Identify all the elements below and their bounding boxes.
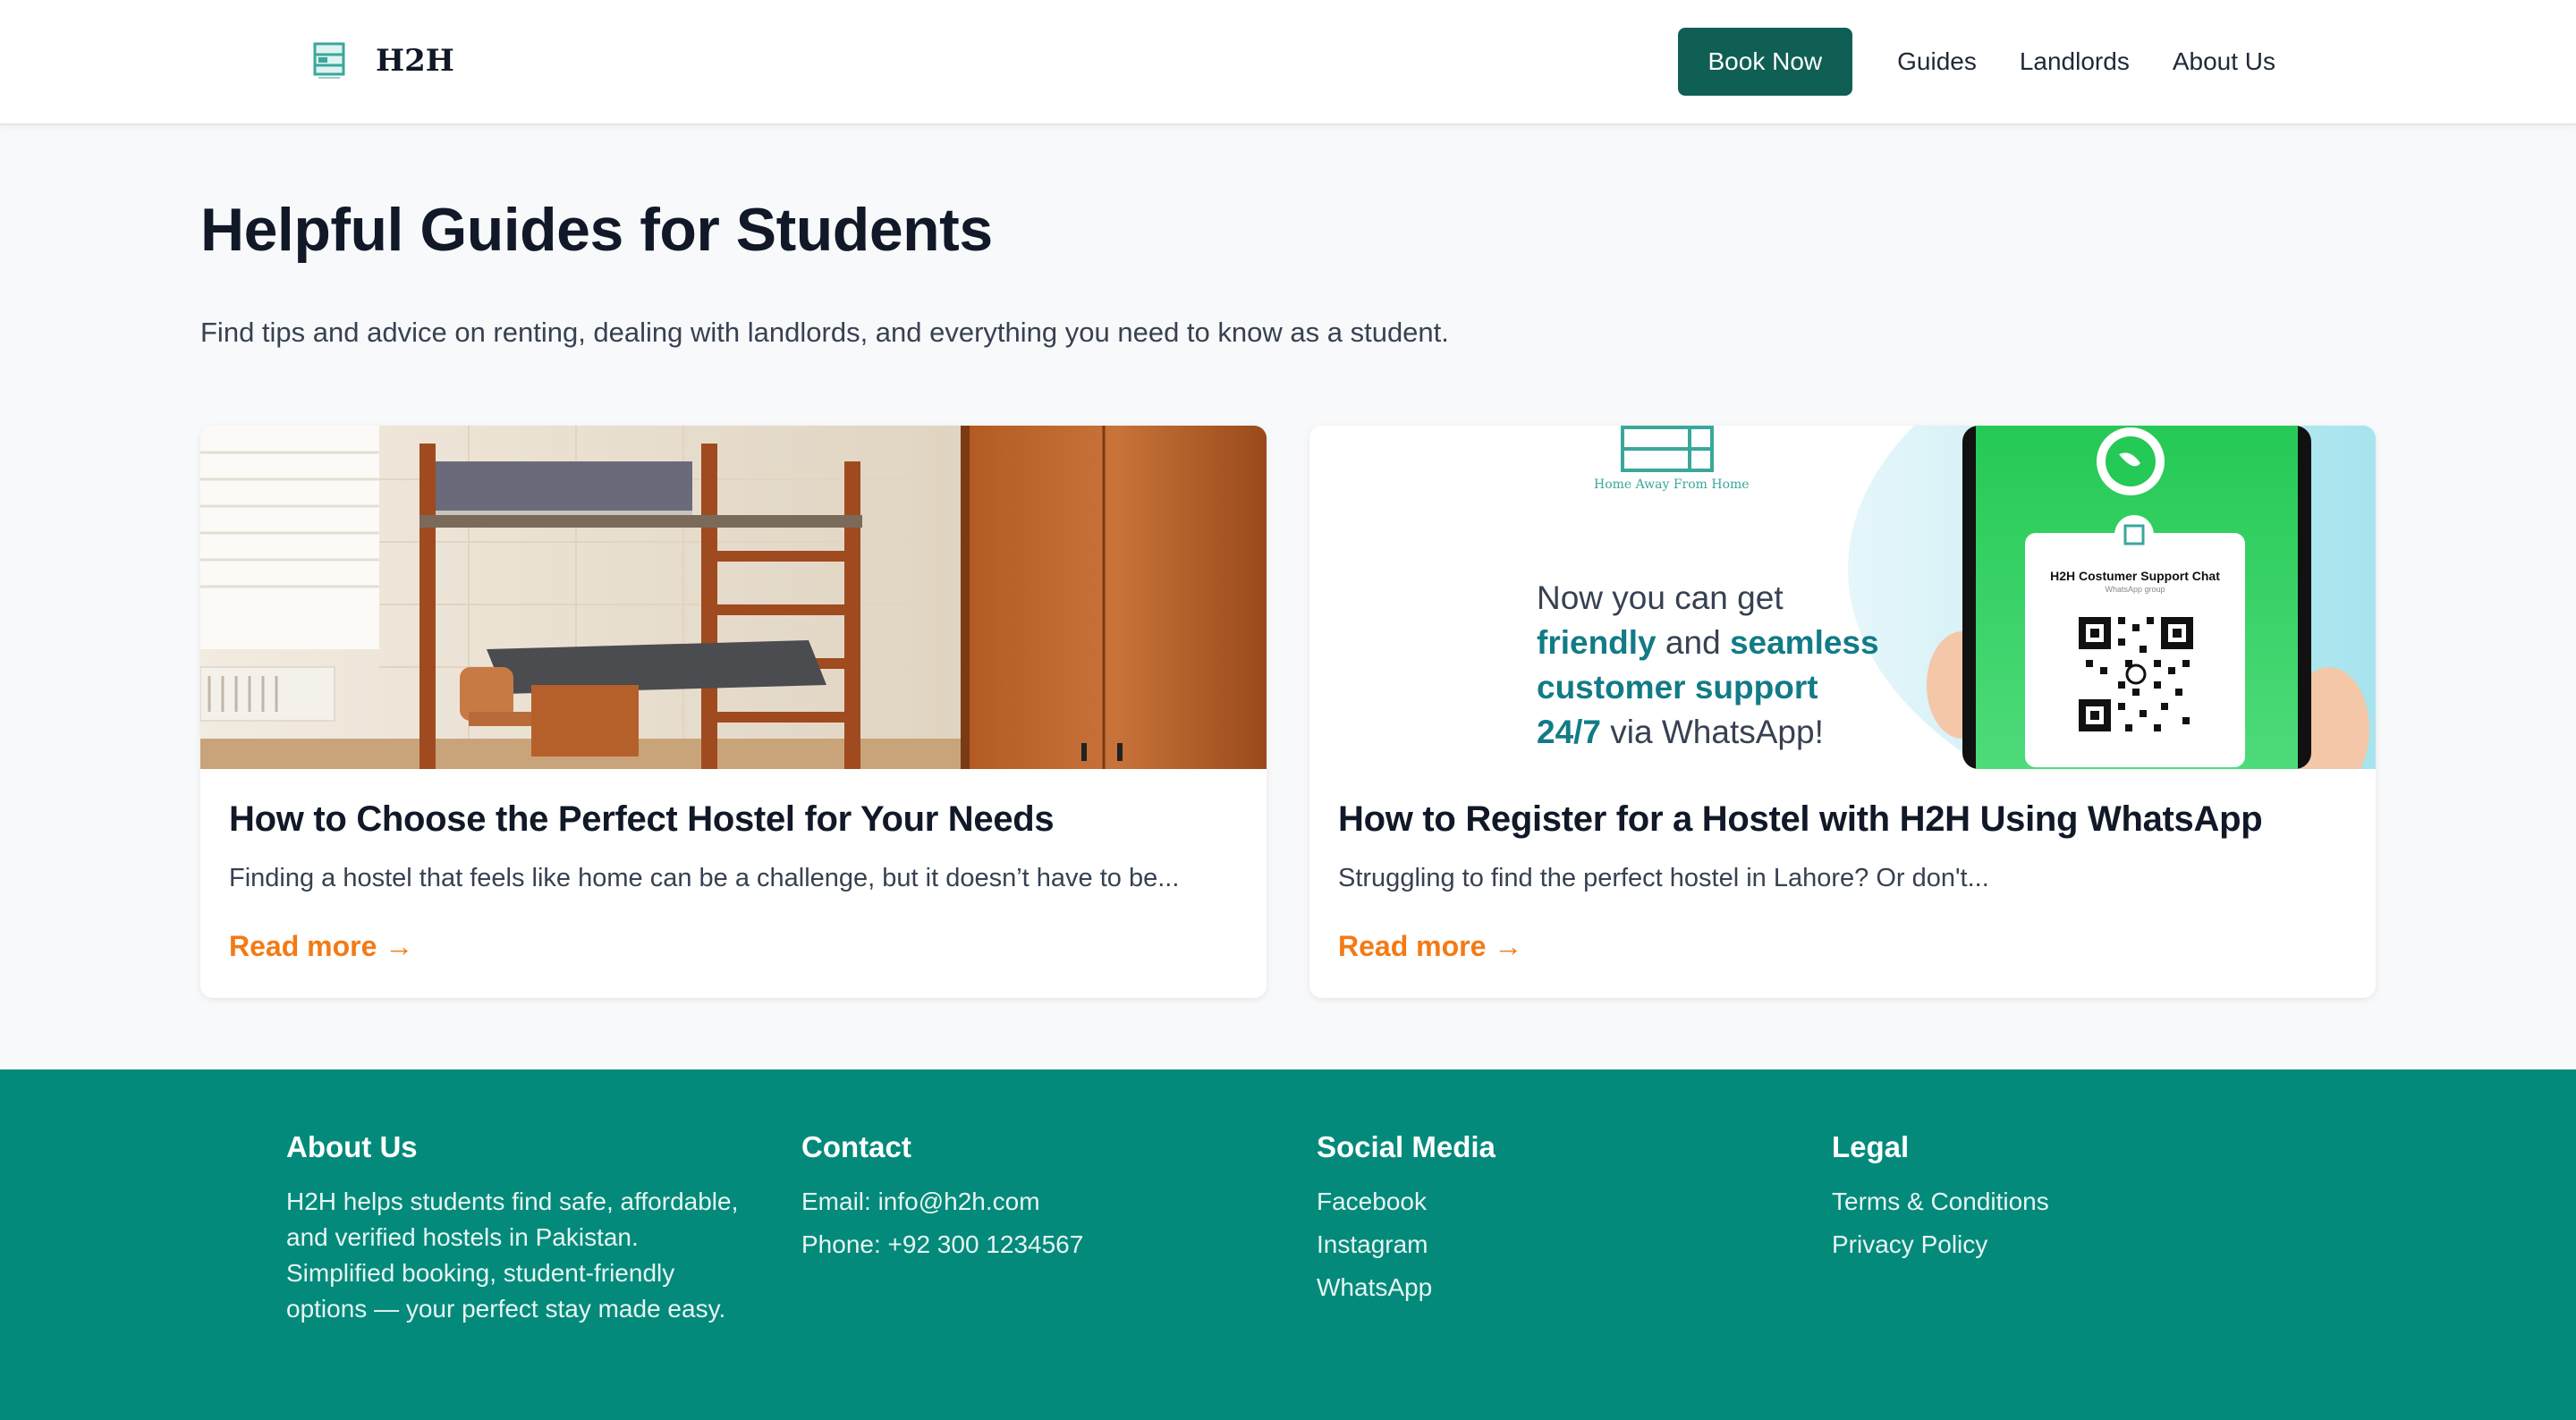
banner-highlight: customer support bbox=[1537, 669, 1818, 706]
banner-copy: Now you can get friendly and seamless cu… bbox=[1537, 576, 1930, 755]
card-excerpt: Finding a hostel that feels like home ca… bbox=[229, 864, 1180, 892]
footer-contact: Contact Email: info@h2h.com Phone: +92 3… bbox=[801, 1130, 1083, 1270]
main-nav: Book Now Guides Landlords About Us bbox=[1677, 28, 2275, 96]
banner-highlight: seamless bbox=[1729, 624, 1879, 661]
brand-logo[interactable]: H2H bbox=[304, 36, 454, 86]
read-more-link[interactable]: Read more → bbox=[229, 930, 413, 963]
contact-email[interactable]: Email: info@h2h.com bbox=[801, 1184, 1083, 1220]
footer-heading: Social Media bbox=[1317, 1130, 1496, 1163]
whatsapp-banner-image: Home Away From Home Now you can get frie… bbox=[1309, 426, 2376, 769]
guide-card[interactable]: How to Choose the Perfect Hostel for You… bbox=[200, 426, 1267, 998]
nav-guides[interactable]: Guides bbox=[1897, 47, 1977, 76]
site-footer: About Us H2H helps students find safe, a… bbox=[0, 1069, 2576, 1420]
footer-heading: About Us bbox=[286, 1130, 418, 1163]
social-facebook-link[interactable]: Facebook bbox=[1317, 1184, 1496, 1220]
brand-name: H2H bbox=[376, 43, 454, 79]
guide-card[interactable]: Home Away From Home Now you can get frie… bbox=[1309, 426, 2376, 998]
footer-about-text: H2H helps students find safe, affordable… bbox=[286, 1188, 739, 1323]
read-more-link[interactable]: Read more → bbox=[1338, 930, 1522, 963]
nav-about-us[interactable]: About Us bbox=[2173, 47, 2275, 76]
social-instagram-link[interactable]: Instagram bbox=[1317, 1227, 1496, 1263]
banner-highlight: friendly bbox=[1537, 624, 1657, 661]
card-excerpt: Struggling to find the perfect hostel in… bbox=[1338, 864, 1989, 892]
footer-heading: Contact bbox=[801, 1130, 911, 1163]
chat-card-title: H2H Costumer Support Chat bbox=[2050, 569, 2220, 583]
banner-text: and bbox=[1665, 624, 1721, 661]
privacy-link[interactable]: Privacy Policy bbox=[1832, 1227, 2049, 1263]
banner-text: via WhatsApp! bbox=[1610, 714, 1824, 750]
footer-about: About Us H2H helps students find safe, a… bbox=[286, 1130, 751, 1327]
page-subtitle: Find tips and advice on renting, dealing… bbox=[200, 317, 1449, 348]
banner-line1: Now you can get bbox=[1537, 579, 1784, 616]
chat-card-subtitle: WhatsApp group bbox=[2105, 585, 2165, 594]
contact-phone[interactable]: Phone: +92 300 1234567 bbox=[801, 1227, 1083, 1263]
hostel-bed-logo-icon bbox=[304, 36, 354, 86]
terms-link[interactable]: Terms & Conditions bbox=[1832, 1184, 2049, 1220]
banner-highlight: 24/7 bbox=[1537, 714, 1602, 750]
book-now-button[interactable]: Book Now bbox=[1677, 28, 1853, 96]
footer-social: Social Media Facebook Instagram WhatsApp bbox=[1317, 1130, 1496, 1313]
site-header: H2H Book Now Guides Landlords About Us bbox=[0, 0, 2576, 125]
nav-landlords[interactable]: Landlords bbox=[2020, 47, 2130, 76]
social-whatsapp-link[interactable]: WhatsApp bbox=[1317, 1270, 1496, 1306]
banner-tagline: Home Away From Home bbox=[1594, 478, 1750, 492]
dorm-room-image bbox=[200, 426, 1267, 769]
footer-legal: Legal Terms & Conditions Privacy Policy bbox=[1832, 1130, 2049, 1270]
card-title[interactable]: How to Register for a Hostel with H2H Us… bbox=[1338, 799, 2263, 840]
footer-heading: Legal bbox=[1832, 1130, 1910, 1163]
page-title: Helpful Guides for Students bbox=[200, 196, 993, 264]
card-title[interactable]: How to Choose the Perfect Hostel for You… bbox=[229, 799, 1055, 840]
